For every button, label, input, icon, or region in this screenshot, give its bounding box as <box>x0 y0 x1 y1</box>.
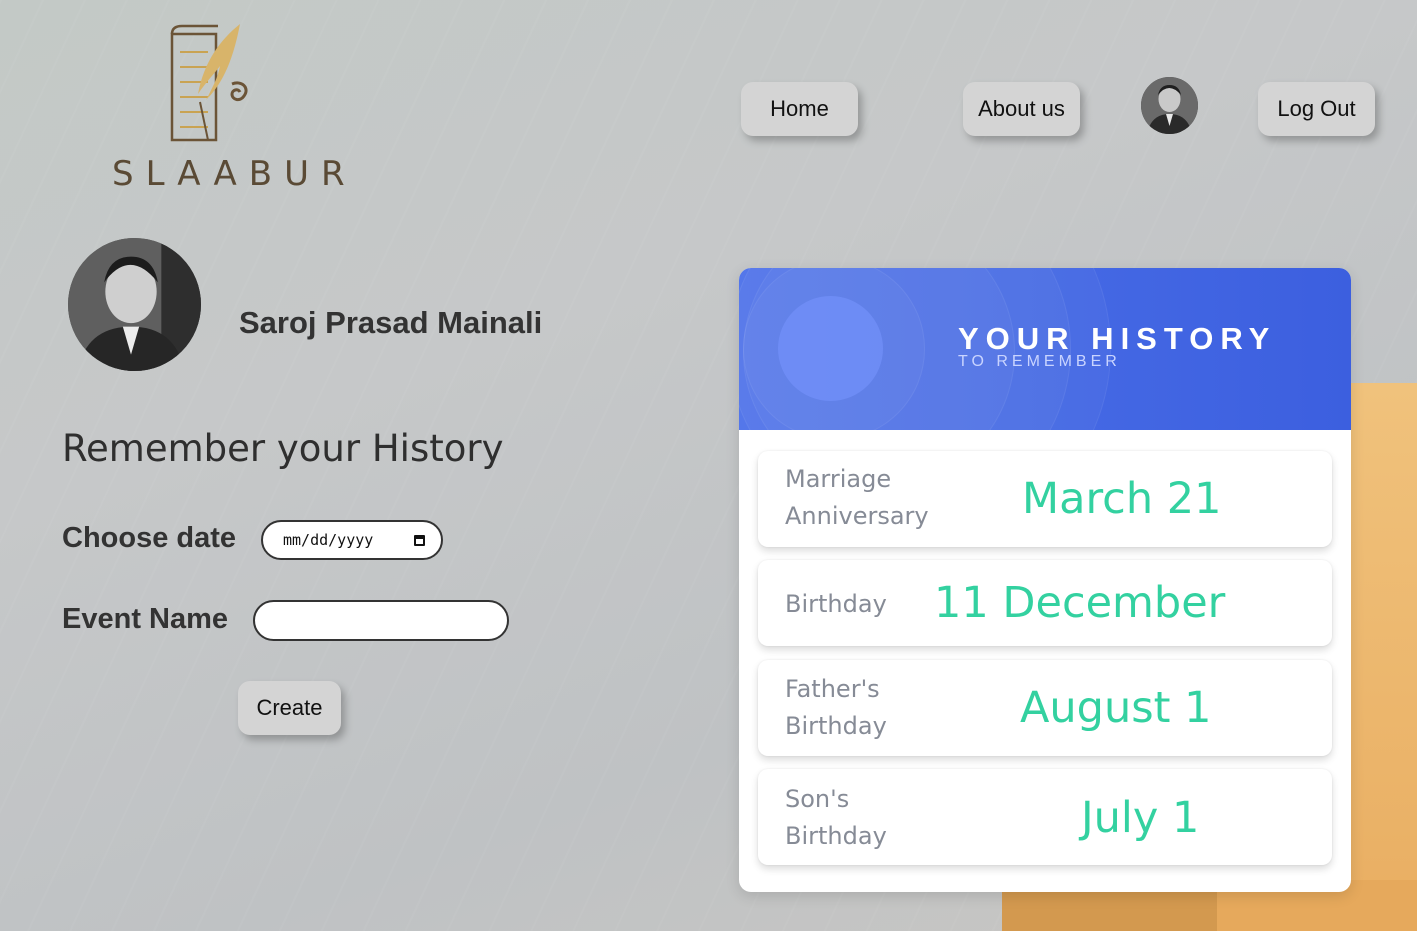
event-row[interactable]: Marriage Anniversary March 21 <box>758 451 1332 547</box>
event-row[interactable]: Birthday 11 December <box>758 560 1332 646</box>
event-row-name: Marriage Anniversary <box>785 465 929 530</box>
brand-logo[interactable]: SLAABUR <box>108 22 345 194</box>
event-name-label: Event Name <box>62 603 229 635</box>
event-row[interactable]: Son's Birthday July 1 <box>758 769 1332 865</box>
event-name-input[interactable] <box>253 600 509 641</box>
history-subtitle: TO REMEMBER <box>958 353 1121 370</box>
date-input[interactable]: mm/dd/yyyy <box>261 520 443 560</box>
event-row-name: Father's Birthday <box>785 675 887 740</box>
date-placeholder: mm/dd/yyyy <box>283 531 374 549</box>
event-row[interactable]: Father's Birthday August 1 <box>758 660 1332 756</box>
user-photo-icon <box>68 238 201 371</box>
about-us-button[interactable]: About us <box>963 82 1080 136</box>
event-row-date: August 1 <box>1020 683 1212 733</box>
profile-name: Saroj Prasad Mainali <box>239 305 543 340</box>
history-card-header: YOUR HISTORY TO REMEMBER <box>739 268 1351 430</box>
event-row-date: 11 December <box>934 578 1226 628</box>
event-row-name: Birthday <box>785 590 887 618</box>
choose-date-label: Choose date <box>62 522 237 554</box>
form-title: Remember your History <box>62 427 504 470</box>
profile-avatar[interactable] <box>68 238 201 371</box>
calendar-icon[interactable] <box>414 534 425 546</box>
nav-avatar[interactable] <box>1141 77 1198 134</box>
log-out-button[interactable]: Log Out <box>1258 82 1375 136</box>
header-circle-decor <box>778 296 883 401</box>
history-card: YOUR HISTORY TO REMEMBER Marriage Annive… <box>739 268 1351 892</box>
create-button[interactable]: Create <box>238 681 341 735</box>
history-title: YOUR HISTORY <box>958 321 1277 356</box>
scroll-quill-icon <box>170 24 248 142</box>
brand-name: SLAABUR <box>112 154 357 194</box>
event-row-date: July 1 <box>1081 793 1200 843</box>
event-row-date: March 21 <box>1022 474 1222 524</box>
event-row-name: Son's Birthday <box>785 785 887 850</box>
user-photo-icon <box>1141 77 1198 134</box>
home-button[interactable]: Home <box>741 82 858 136</box>
